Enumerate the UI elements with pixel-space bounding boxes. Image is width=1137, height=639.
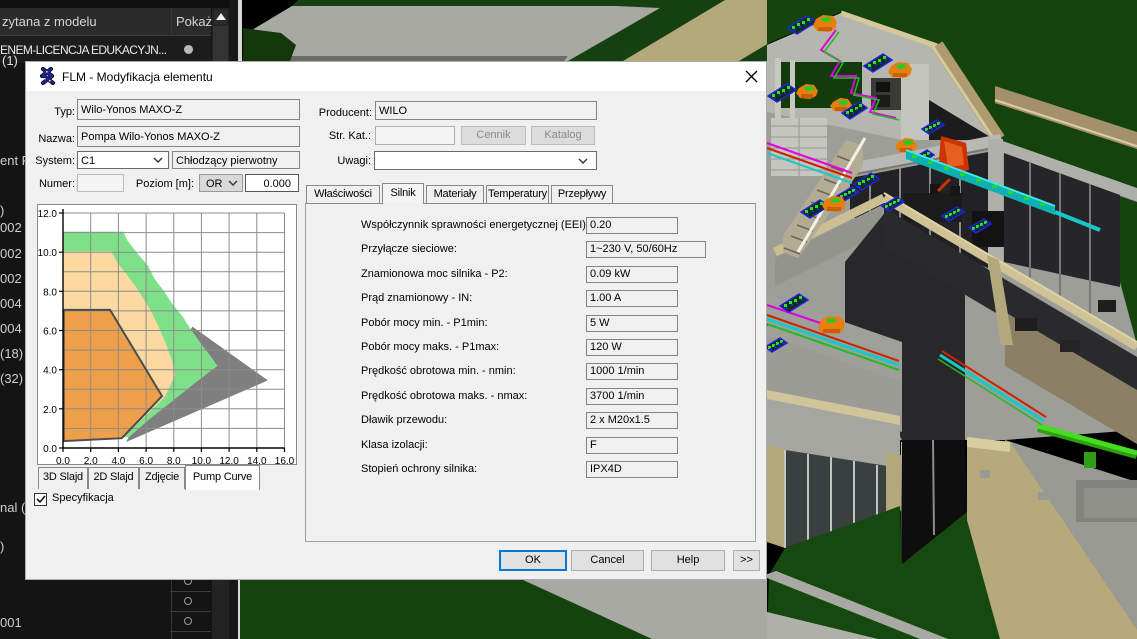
svg-text:14.0: 14.0 xyxy=(247,456,267,464)
svg-text:6.0: 6.0 xyxy=(43,327,57,338)
svg-text:12.0: 12.0 xyxy=(219,456,239,464)
svg-text:2.0: 2.0 xyxy=(84,456,98,464)
svg-text:6.0: 6.0 xyxy=(139,456,153,464)
svg-text:8.0: 8.0 xyxy=(167,456,181,464)
svg-text:10.0: 10.0 xyxy=(38,248,57,259)
svg-text:8.0: 8.0 xyxy=(43,287,57,298)
svg-text:16.0: 16.0 xyxy=(275,456,295,464)
svg-text:0.0: 0.0 xyxy=(43,444,57,455)
svg-text:10.0: 10.0 xyxy=(192,456,212,464)
svg-text:0.0: 0.0 xyxy=(56,456,70,464)
svg-text:4.0: 4.0 xyxy=(43,366,57,377)
svg-text:2.0: 2.0 xyxy=(43,405,57,416)
svg-text:12.0: 12.0 xyxy=(38,209,57,220)
svg-text:4.0: 4.0 xyxy=(111,456,125,464)
